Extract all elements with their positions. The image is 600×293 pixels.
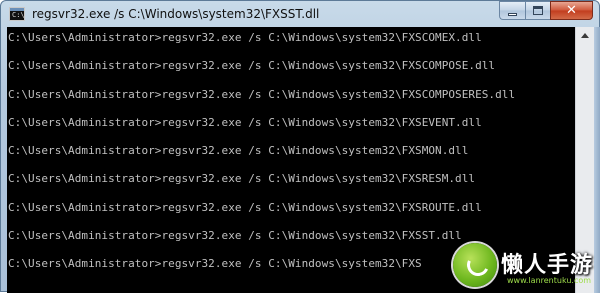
console-line: C:\Users\Administrator>regsvr32.exe /s C… bbox=[8, 257, 422, 271]
console-line: C:\Users\Administrator>regsvr32.exe /s C… bbox=[8, 229, 462, 243]
watermark-text: 懒人手游 bbox=[501, 253, 594, 278]
maximize-button[interactable] bbox=[525, 1, 550, 20]
leaf-icon bbox=[463, 250, 493, 280]
console-line: C:\Users\Administrator>regsvr32.exe /s C… bbox=[8, 144, 469, 158]
leaf-logo-icon bbox=[453, 243, 497, 287]
console-line: C:\Users\Administrator>regsvr32.exe /s C… bbox=[8, 31, 482, 44]
minimize-button[interactable] bbox=[499, 1, 525, 20]
console-line: C:\Users\Administrator>regsvr32.exe /s C… bbox=[8, 200, 482, 214]
app-icon-prompt: C:\ bbox=[12, 11, 25, 19]
watermark-logo: 懒人手游 www.lanrentuku.com bbox=[445, 239, 600, 293]
title-bar[interactable]: C:\ regsvr32.exe /s C:\Windows\system32\… bbox=[1, 1, 599, 29]
window-title: regsvr32.exe /s C:\Windows\system32\FXSS… bbox=[32, 7, 320, 21]
close-button[interactable]: ✕ bbox=[550, 1, 593, 20]
window-controls: ✕ bbox=[499, 1, 593, 21]
scroll-up-button[interactable] bbox=[578, 29, 592, 43]
watermark-url: www.lanrentuku.com bbox=[507, 276, 592, 285]
console-lines: C:\Users\Administrator>regsvr32.exe /s C… bbox=[8, 31, 515, 286]
console-line: C:\Users\Administrator>regsvr32.exe /s C… bbox=[8, 172, 476, 186]
console-app-icon[interactable]: C:\ bbox=[9, 7, 25, 21]
maximize-icon bbox=[533, 6, 543, 15]
console-line: C:\Users\Administrator>regsvr32.exe /s C… bbox=[8, 87, 516, 101]
console-line: C:\Users\Administrator>regsvr32.exe /s C… bbox=[8, 115, 482, 129]
minimize-icon bbox=[508, 13, 517, 16]
console-line: C:\Users\Administrator>regsvr32.exe /s C… bbox=[8, 59, 496, 73]
close-icon: ✕ bbox=[566, 3, 577, 18]
arrow-up-icon bbox=[581, 33, 589, 38]
console-window: C:\ regsvr32.exe /s C:\Windows\system32\… bbox=[0, 0, 600, 293]
